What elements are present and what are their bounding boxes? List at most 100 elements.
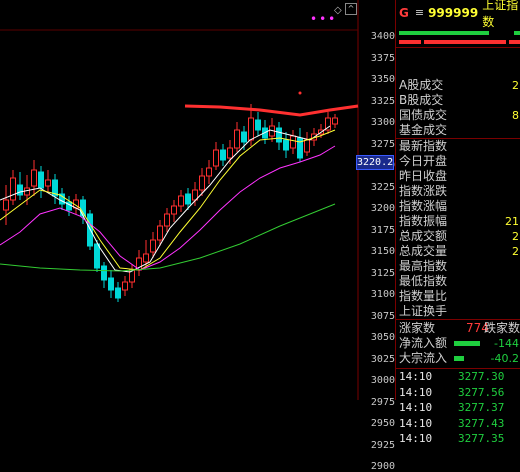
- stat-label: 指数量比: [399, 289, 448, 303]
- axis-tick-label: 2950: [370, 418, 395, 429]
- ma5-line: [0, 125, 331, 273]
- candle-body: [213, 149, 219, 167]
- stat-row: 昨日收盘: [396, 169, 520, 184]
- stat-label: 最低指数: [399, 274, 448, 288]
- current-price-tag: 3220.2: [356, 155, 394, 170]
- group-badge[interactable]: G: [399, 6, 409, 20]
- stat-label: 指数涨跌: [399, 184, 448, 198]
- candle-body: [17, 184, 23, 196]
- axis-tick-label: 3050: [370, 332, 395, 343]
- tick-time: 14:10: [399, 401, 433, 414]
- stat-label: 今日开盘: [399, 154, 448, 168]
- candle-body: [150, 239, 156, 253]
- stat-row: 总成交量 2: [396, 244, 520, 259]
- stat-row: 指数涨幅: [396, 199, 520, 214]
- axis-tick-label: 2925: [370, 439, 395, 451]
- candle-body: [227, 147, 233, 159]
- candle-body: [290, 135, 296, 149]
- stat-row: 国债成交 8: [396, 108, 520, 123]
- buy-bar-small: [514, 31, 520, 35]
- stat-label: 最新指数: [399, 139, 448, 153]
- axis-tick-label: 3200: [370, 203, 395, 214]
- stat-row: 指数量比: [396, 289, 520, 304]
- stat-label: 国债成交: [399, 108, 448, 122]
- candle-body: [108, 277, 114, 291]
- resistance-line: [184, 104, 359, 117]
- tick-row[interactable]: 14:10 3277.35: [396, 431, 520, 447]
- candle-body: [38, 171, 44, 189]
- candle-body: [248, 117, 254, 141]
- candle-body: [157, 225, 163, 241]
- flow-value: -144: [494, 337, 519, 350]
- candle-body: [234, 129, 240, 149]
- stat-row: B股成交: [396, 93, 520, 108]
- stats-list: A股成交 2 B股成交 国债成交 8 基金成交 最新指数 今日开盘 昨日收盘 指数涨跌 指数涨幅 指数…: [396, 78, 520, 319]
- buy-bar: [399, 31, 489, 35]
- axis-tick-label: 3125: [370, 267, 395, 279]
- candlestick-chart[interactable]: 3400337533503325330032753250322532003175…: [0, 0, 395, 472]
- candle-body: [304, 139, 310, 153]
- axis-tick-label: 3225: [370, 181, 395, 193]
- quote-panel: G ≡ 999999 上证指数 A股成交 2 B股成交 国债成交 8 基金成交最新指数 今日…: [395, 0, 520, 445]
- quote-header: G ≡ 999999 上证指数: [396, 0, 520, 29]
- tick-price: 3277.43: [458, 416, 505, 430]
- collapse-button[interactable]: ^: [345, 3, 357, 15]
- tick-list[interactable]: 14:10 3277.30 14:10 3277.56 14:10 3277.37 14:1…: [396, 368, 520, 447]
- chart-canvas[interactable]: [0, 0, 395, 400]
- stat-value: 8: [512, 109, 519, 122]
- candle-body: [255, 119, 261, 131]
- tick-time: 14:10: [399, 385, 433, 399]
- candle-body: [283, 139, 289, 151]
- tick-price: 3277.30: [458, 370, 505, 383]
- candle-body: [94, 243, 100, 269]
- stat-label: 昨日收盘: [399, 169, 448, 183]
- stat-label: 最高指数: [399, 259, 448, 273]
- candle-body: [276, 127, 282, 143]
- candle-body: [3, 199, 9, 211]
- marker-dot: [298, 91, 302, 95]
- tick-row[interactable]: 14:10 3277.30: [396, 369, 520, 385]
- axis-tick-label: 3025: [370, 353, 395, 365]
- candle-body: [101, 265, 107, 281]
- stat-label: A股成交: [399, 78, 444, 92]
- flow-bar: [454, 356, 464, 361]
- stat-row: 最高指数: [396, 259, 520, 274]
- axis-tick-label: 2900: [370, 461, 395, 472]
- flow-list: 净流入额 -144 大宗流入 -40.2: [396, 336, 520, 366]
- flow-label: 大宗流入: [399, 351, 448, 365]
- axis-tick-label: 3300: [370, 117, 395, 128]
- sell-bar: [399, 40, 421, 44]
- candle-body: [220, 149, 226, 161]
- candle-body: [206, 167, 212, 177]
- ma10-line: [0, 129, 336, 271]
- stat-label: 基金成交: [399, 123, 448, 137]
- flow-value: -40.2: [490, 352, 519, 365]
- candle-body: [164, 213, 170, 227]
- stat-row: 今日开盘: [396, 154, 520, 169]
- stat-value: 2: [512, 79, 519, 92]
- candle-body: [31, 169, 37, 187]
- advance-label: 涨家数: [399, 321, 436, 335]
- axis-tick-label: 3350: [370, 74, 395, 85]
- axis-tick-label: 3175: [370, 224, 395, 236]
- menu-icon[interactable]: ≡: [415, 6, 424, 19]
- tick-time: 14:10: [399, 432, 433, 445]
- axis-tick-label: 2975: [370, 396, 395, 408]
- tick-row[interactable]: 14:10 3277.56: [396, 385, 520, 401]
- tick-row[interactable]: 14:10 3277.43: [396, 416, 520, 432]
- axis-tick-label: 3325: [370, 95, 395, 107]
- advance-decline-row: 涨家数 774 跌家数: [396, 319, 520, 336]
- stat-row: 上证换手: [396, 304, 520, 319]
- axis-tick-label: 3400: [370, 31, 395, 42]
- stat-row: 总成交额 2: [396, 229, 520, 244]
- diamond-icon[interactable]: ◇: [334, 5, 342, 16]
- flow-label: 净流入额: [399, 336, 448, 350]
- stat-row: 指数振幅 21: [396, 214, 520, 229]
- sell-bar-3: [509, 40, 520, 44]
- candle-body: [332, 117, 338, 125]
- candle-body: [241, 131, 247, 143]
- stat-row: 基金成交: [396, 123, 520, 138]
- tick-row[interactable]: 14:10 3277.37: [396, 400, 520, 416]
- candle-body: [115, 287, 121, 299]
- stat-label: 总成交额: [399, 229, 448, 243]
